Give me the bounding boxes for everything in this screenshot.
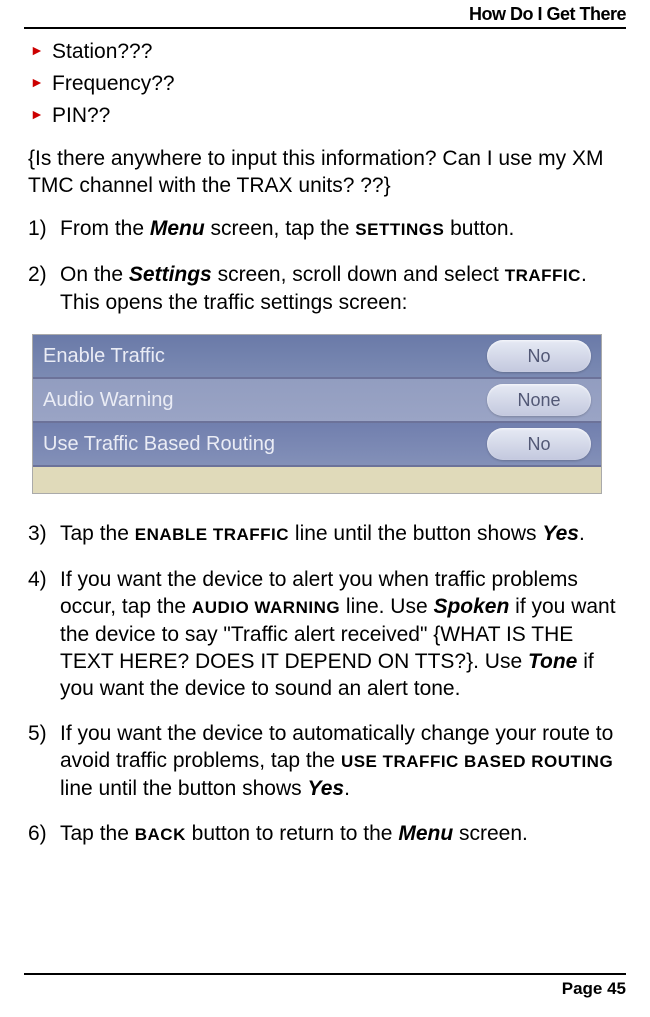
page-footer: Page 45 xyxy=(24,973,626,999)
step-body: If you want the device to alert you when… xyxy=(60,566,622,702)
triangle-icon: ► xyxy=(28,101,52,127)
menu-word: Menu xyxy=(398,822,453,845)
row-value-pill[interactable]: No xyxy=(487,428,591,460)
traffic-settings-screenshot: Enable Traffic No Audio Warning None Use… xyxy=(32,334,602,494)
bullet-item: ► PIN?? xyxy=(28,101,622,131)
step-body: Tap the ENABLE TRAFFIC line until the bu… xyxy=(60,520,622,548)
row-label: Enable Traffic xyxy=(43,345,487,368)
audio-warning-row[interactable]: Audio Warning None xyxy=(33,379,601,423)
text: screen, tap the xyxy=(205,217,356,240)
step-number: 2) xyxy=(28,261,60,316)
traffic-word: TRAFFIC xyxy=(505,266,581,285)
step-body: If you want the device to automatically … xyxy=(60,720,622,802)
step-3: 3) Tap the ENABLE TRAFFIC line until the… xyxy=(28,520,622,548)
step-4: 4) If you want the device to alert you w… xyxy=(28,566,622,702)
text: On the xyxy=(60,263,129,286)
text: button. xyxy=(444,217,514,240)
step-number: 1) xyxy=(28,215,60,243)
page-content: ► Station??? ► Frequency?? ► PIN?? {Is t… xyxy=(24,37,626,848)
triangle-icon: ► xyxy=(28,37,52,63)
triangle-icon: ► xyxy=(28,69,52,95)
bullet-item: ► Station??? xyxy=(28,37,622,67)
back-word: BACK xyxy=(135,825,186,844)
text: screen, scroll down and select xyxy=(212,263,505,286)
bullet-text: Station??? xyxy=(52,37,152,67)
text: line. Use xyxy=(340,595,433,618)
spoken-word: Spoken xyxy=(433,595,509,618)
step-list-continued: 3) Tap the ENABLE TRAFFIC line until the… xyxy=(28,520,622,848)
bullet-text: Frequency?? xyxy=(52,69,175,99)
row-label: Use Traffic Based Routing xyxy=(43,433,487,456)
row-label: Audio Warning xyxy=(43,389,487,412)
tone-word: Tone xyxy=(528,650,577,673)
yes-word: Yes xyxy=(308,777,345,800)
step-5: 5) If you want the device to automatical… xyxy=(28,720,622,802)
screenshot-bottom-strip xyxy=(33,467,601,493)
row-value-pill[interactable]: No xyxy=(487,340,591,372)
menu-word: Menu xyxy=(150,217,205,240)
row-value-pill[interactable]: None xyxy=(487,384,591,416)
yes-word: Yes xyxy=(542,522,579,545)
step-number: 4) xyxy=(28,566,60,702)
text: line until the button shows xyxy=(289,522,542,545)
text: button to return to the xyxy=(186,822,398,845)
use-traffic-routing-word: USE TRAFFIC BASED ROUTING xyxy=(341,752,613,771)
step-2: 2) On the Settings screen, scroll down a… xyxy=(28,261,622,316)
settings-word: SETTINGS xyxy=(355,220,444,239)
page-number: Page 45 xyxy=(562,979,626,998)
text: From the xyxy=(60,217,150,240)
text: . xyxy=(344,777,350,800)
settings-word: Settings xyxy=(129,263,212,286)
step-list: 1) From the Menu screen, tap the SETTING… xyxy=(28,215,622,316)
use-traffic-routing-row[interactable]: Use Traffic Based Routing No xyxy=(33,423,601,467)
step-body: On the Settings screen, scroll down and … xyxy=(60,261,622,316)
enable-traffic-row[interactable]: Enable Traffic No xyxy=(33,335,601,379)
text: . xyxy=(579,522,585,545)
bullet-list: ► Station??? ► Frequency?? ► PIN?? xyxy=(28,37,622,131)
text: screen. xyxy=(453,822,528,845)
header-title: How Do I Get There xyxy=(469,4,626,24)
step-body: Tap the BACK button to return to the Men… xyxy=(60,820,622,848)
step-1: 1) From the Menu screen, tap the SETTING… xyxy=(28,215,622,243)
page: How Do I Get There ► Station??? ► Freque… xyxy=(0,0,650,1017)
step-number: 3) xyxy=(28,520,60,548)
text: Tap the xyxy=(60,822,135,845)
step-number: 5) xyxy=(28,720,60,802)
note-paragraph: {Is there anywhere to input this informa… xyxy=(28,145,622,199)
audio-warning-word: AUDIO WARNING xyxy=(192,598,340,617)
step-6: 6) Tap the BACK button to return to the … xyxy=(28,820,622,848)
step-number: 6) xyxy=(28,820,60,848)
page-header: How Do I Get There xyxy=(24,0,626,29)
enable-traffic-word: ENABLE TRAFFIC xyxy=(135,525,289,544)
bullet-item: ► Frequency?? xyxy=(28,69,622,99)
text: line until the button shows xyxy=(60,777,308,800)
text: Tap the xyxy=(60,522,135,545)
step-body: From the Menu screen, tap the SETTINGS b… xyxy=(60,215,622,243)
bullet-text: PIN?? xyxy=(52,101,110,131)
